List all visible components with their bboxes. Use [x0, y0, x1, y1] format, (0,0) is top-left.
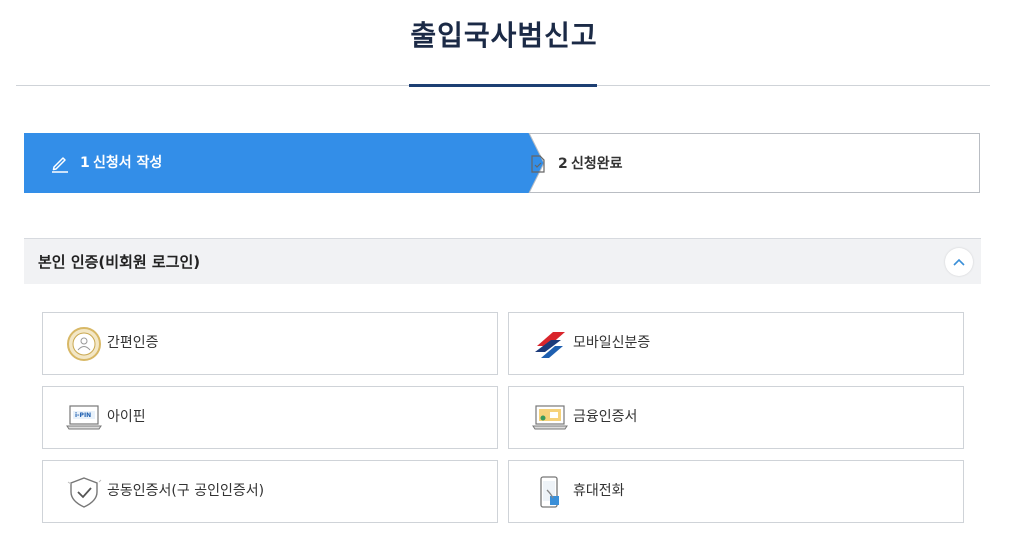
auth-option-joint-cert[interactable]: 공동인증서(구 공인인증서): [42, 460, 498, 523]
auth-option-mobile-phone[interactable]: 휴대전화: [508, 460, 964, 523]
step-1: 1 신청서 작성: [24, 133, 522, 193]
mobile-id-icon: [535, 332, 565, 358]
auth-section-header[interactable]: 본인 인증(비회원 로그인): [24, 238, 981, 284]
auth-option-label: 공동인증서(구 공인인증서): [107, 483, 265, 499]
auth-option-label: 금융인증서: [573, 409, 638, 425]
step-indicator: 1 신청서 작성 2 신청완료: [24, 133, 980, 193]
auth-option-finance-cert[interactable]: 금융인증서: [508, 386, 964, 449]
document-check-icon: [531, 155, 545, 173]
step-1-number: 1: [80, 155, 90, 171]
auth-option-mobile-id[interactable]: 모바일신분증: [508, 312, 964, 375]
ipin-icon-text: i-PIN: [75, 412, 92, 419]
auth-section-title: 본인 인증(비회원 로그인): [38, 253, 201, 271]
mobile-phone-icon: [540, 476, 559, 508]
step-1-label: 신청서 작성: [93, 155, 163, 171]
auth-option-label: 간편인증: [107, 335, 159, 351]
title-underline: [409, 84, 597, 87]
step-2-number: 2: [558, 156, 568, 172]
collapse-button[interactable]: [945, 248, 973, 276]
finance-cert-icon: [532, 405, 568, 430]
step-2-label: 신청완료: [571, 156, 623, 172]
auth-option-label: 모바일신분증: [573, 335, 651, 351]
pencil-icon: [52, 157, 68, 173]
simple-auth-icon: [67, 327, 101, 361]
auth-option-label: 휴대전화: [573, 483, 625, 499]
chevron-up-icon: [953, 258, 965, 266]
auth-option-ipin[interactable]: i-PIN 아이핀: [42, 386, 498, 449]
page-title: 출입국사범신고: [410, 19, 598, 52]
auth-option-label: 아이핀: [107, 409, 146, 425]
auth-option-simple[interactable]: 간편인증: [42, 312, 498, 375]
joint-cert-icon: [67, 477, 102, 508]
